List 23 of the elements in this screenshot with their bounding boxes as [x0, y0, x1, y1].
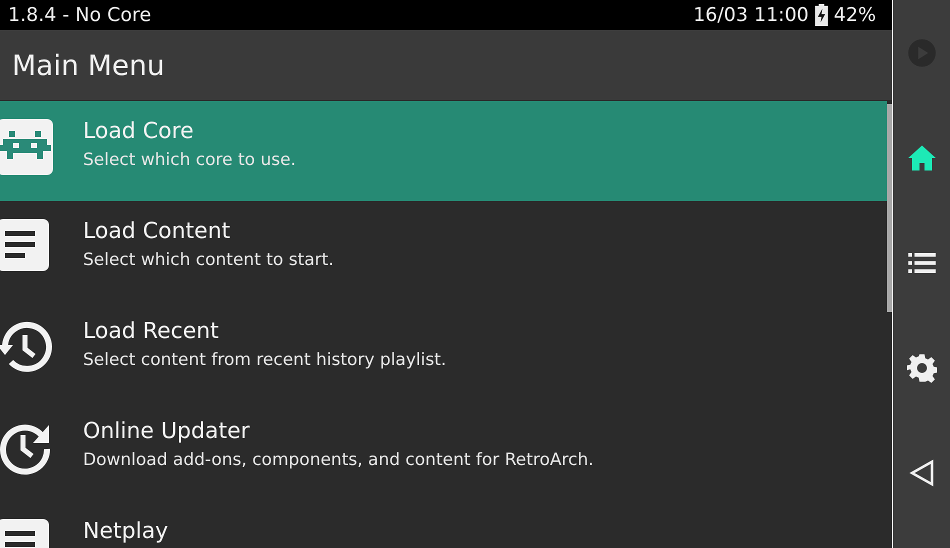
item-description: Select which core to use.: [83, 150, 296, 170]
battery-percent: 42%: [834, 4, 876, 26]
menu-item[interactable]: Load Recent Select content from recent history playlist.: [0, 301, 887, 401]
version-label: 1.8.4 - No Core: [8, 4, 152, 26]
menu-item[interactable]: Load Content Select which content to start.: [0, 201, 887, 301]
item-title: Load Core: [83, 119, 195, 144]
item-title: Load Content: [83, 219, 232, 244]
item-title: Online Updater: [83, 419, 251, 444]
home-icon: [906, 143, 936, 173]
item-description: Download add-ons, components, and content for RetroArch.: [83, 450, 594, 470]
scrollbar[interactable]: [887, 104, 892, 312]
item-title: Load Recent: [83, 319, 220, 344]
battery-charging-icon: [814, 4, 828, 26]
menu-item[interactable]: Online Updater Download add-ons, components, and content for RetroArch.: [0, 401, 887, 501]
item-title: Netplay: [83, 519, 168, 544]
page-title: Main Menu: [12, 48, 165, 82]
invader-icon: [0, 117, 55, 177]
menu-item[interactable]: Netplay: [0, 501, 887, 548]
menu-item[interactable]: Load Core Select which core to use.: [0, 101, 887, 201]
settings-icon: [906, 353, 936, 383]
item-description: Select which content to start.: [83, 250, 334, 270]
item-description: Select content from recent history playlist.: [83, 350, 446, 370]
date-time: 16/03 11:00: [693, 4, 809, 26]
